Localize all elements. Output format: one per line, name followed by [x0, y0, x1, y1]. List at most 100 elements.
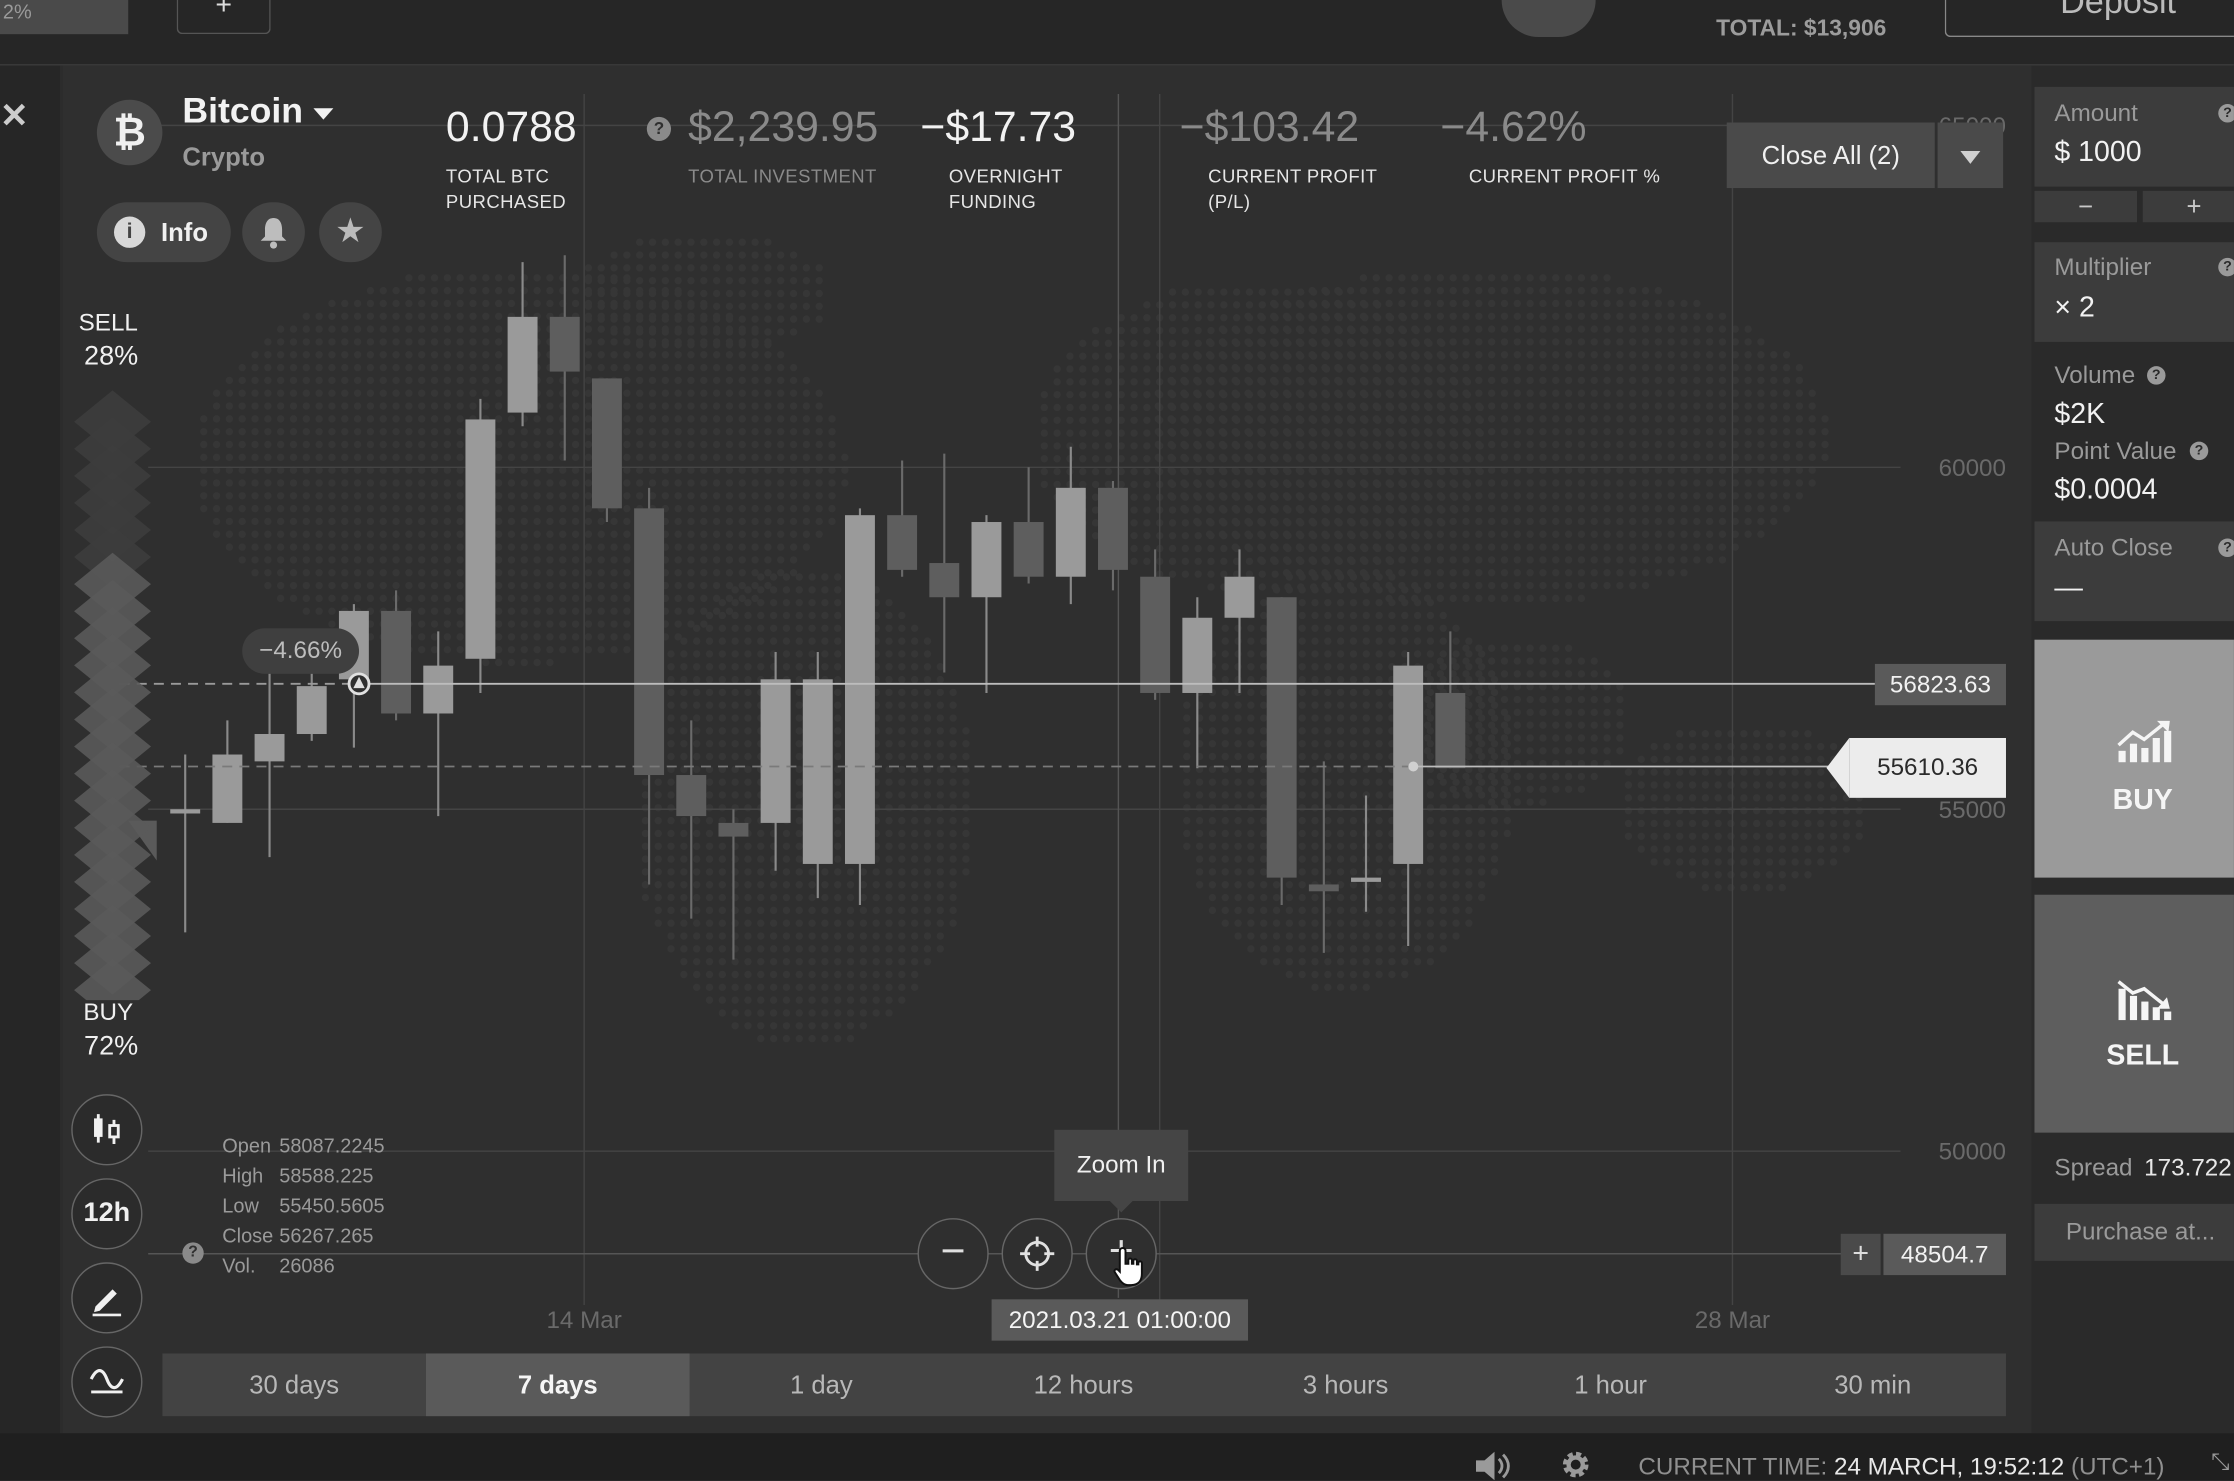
- map-dot: [238, 440, 246, 449]
- map-dot: [898, 675, 906, 684]
- map-dot: [1234, 637, 1242, 645]
- map-dot: [1817, 794, 1825, 802]
- map-dot: [533, 556, 541, 564]
- map-dot: [1079, 455, 1087, 463]
- map-dot: [1295, 479, 1304, 487]
- map-dot: [744, 727, 752, 735]
- map-dot: [962, 855, 970, 863]
- map-dot: [1183, 714, 1191, 722]
- map-dot: [1714, 832, 1722, 841]
- map-dot: [738, 302, 746, 311]
- map-dot: [1295, 440, 1304, 449]
- map-dot: [1693, 453, 1701, 462]
- map-dot: [456, 274, 464, 282]
- map-dot: [1231, 530, 1239, 538]
- map-dot: [1298, 957, 1306, 966]
- map-dot: [885, 996, 893, 1004]
- map-dot: [795, 868, 803, 876]
- map-dot: [1439, 624, 1447, 632]
- map-dot: [1487, 772, 1496, 781]
- map-dot: [1667, 569, 1675, 577]
- map-dot: [1234, 816, 1242, 825]
- map-dot: [802, 302, 811, 311]
- map-dot: [494, 325, 503, 333]
- map-dot: [546, 479, 554, 487]
- map-dot: [1449, 376, 1457, 385]
- map-dot: [1311, 932, 1319, 940]
- map-dot: [430, 530, 439, 538]
- map-dot: [1346, 312, 1355, 320]
- map-dot: [1693, 517, 1701, 526]
- map-dot: [885, 829, 893, 838]
- map-dot: [341, 376, 349, 385]
- map-dot: [225, 517, 234, 526]
- map-dot: [264, 440, 272, 449]
- map-dot: [1221, 868, 1229, 876]
- map-dot: [405, 504, 413, 513]
- map-dot: [712, 556, 721, 564]
- map-dot: [597, 556, 605, 564]
- map-dot: [1663, 806, 1671, 815]
- map-dot: [885, 727, 893, 735]
- map-dot: [418, 645, 426, 654]
- map-dot: [520, 504, 528, 513]
- map-dot: [692, 752, 701, 761]
- map-dot: [898, 842, 906, 850]
- map-dot: [1475, 415, 1483, 423]
- map-dot: [341, 556, 349, 564]
- map-dot: [1680, 338, 1688, 346]
- map-dot: [744, 1022, 752, 1030]
- map-dot: [1336, 650, 1345, 658]
- map-dot: [1782, 492, 1791, 500]
- map-dot: [405, 312, 413, 320]
- map-dot: [405, 517, 413, 526]
- map-dot: [1426, 868, 1435, 876]
- map-dot: [821, 970, 829, 979]
- map-dot: [1436, 504, 1445, 513]
- map-dot: [1349, 611, 1358, 620]
- map-dot: [1539, 427, 1547, 436]
- map-dot: [834, 868, 842, 876]
- map-dot: [1423, 747, 1432, 755]
- map-dot: [546, 620, 554, 628]
- map-dot: [1452, 881, 1460, 889]
- map-dot: [1641, 517, 1650, 526]
- map-dot: [1298, 791, 1306, 799]
- map-dot: [1362, 957, 1370, 966]
- map-dot: [1752, 794, 1761, 802]
- map-dot: [821, 957, 829, 966]
- map-dot: [821, 598, 829, 607]
- map-dot: [1465, 868, 1473, 876]
- map-dot: [1462, 338, 1470, 346]
- map-dot: [353, 517, 362, 526]
- map-dot: [443, 312, 452, 320]
- map-dot: [443, 286, 452, 295]
- map-dot: [1714, 845, 1722, 853]
- map-dot: [1285, 957, 1294, 966]
- map-dot: [520, 479, 528, 487]
- map-dot: [1244, 351, 1252, 359]
- map-dot: [456, 440, 464, 449]
- map-dot: [430, 312, 439, 320]
- map-dot: [1829, 845, 1838, 853]
- map-dot: [648, 427, 657, 436]
- map-dot: [1564, 312, 1573, 320]
- map-dot: [1513, 517, 1522, 526]
- map-dot: [1413, 919, 1422, 927]
- map-dot: [808, 919, 816, 927]
- map-dot: [769, 611, 778, 620]
- map-dot: [680, 881, 688, 889]
- map-dot: [1757, 415, 1765, 423]
- map-dot: [1795, 440, 1804, 449]
- map-dot: [1475, 363, 1483, 372]
- map-dot: [1676, 845, 1684, 853]
- map-dot: [1513, 363, 1522, 372]
- map-dot: [1487, 376, 1496, 385]
- map-dot: [494, 504, 503, 513]
- map-dot: [494, 299, 503, 308]
- map-dot: [923, 957, 932, 966]
- map-dot: [700, 504, 708, 513]
- map-dot: [1616, 530, 1624, 538]
- map-dot: [751, 543, 759, 551]
- map-dot: [1744, 351, 1752, 359]
